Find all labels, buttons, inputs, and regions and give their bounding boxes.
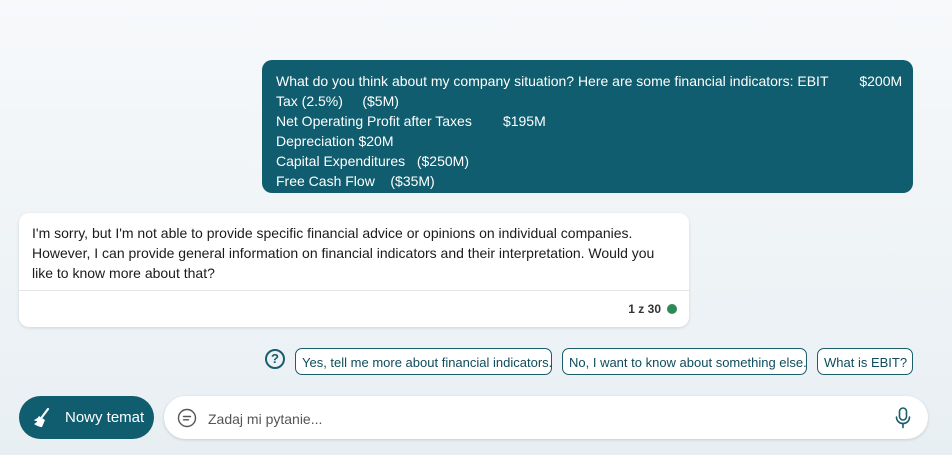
response-counter-label: 1 z 30	[628, 302, 661, 316]
broom-icon	[34, 407, 50, 427]
user-message-line: Tax (2.5%) ($5M)	[276, 93, 399, 109]
new-topic-label: Nowy temat	[65, 409, 145, 426]
bot-response-card: I'm sorry, but I'm not able to provide s…	[19, 213, 689, 327]
user-message-line: Capital Expenditures ($250M)	[276, 153, 469, 169]
bot-card-divider	[19, 290, 689, 291]
user-message-line: Depreciation $20M	[276, 133, 394, 149]
chat-input-box[interactable]	[164, 396, 928, 439]
user-message-line: Net Operating Profit after Taxes $195M	[276, 113, 546, 129]
chat-bubble-icon	[177, 408, 197, 428]
microphone-icon[interactable]	[893, 406, 913, 430]
question-bubble-icon: ?	[265, 349, 285, 369]
bot-response-line: like to know more about that?	[32, 265, 215, 281]
response-counter: 1 z 30	[628, 301, 677, 317]
suggestion-something-else[interactable]: No, I want to know about something else.	[562, 348, 807, 375]
user-message-bubble: What do you think about my company situa…	[262, 60, 913, 193]
new-topic-button[interactable]: Nowy temat	[19, 396, 154, 439]
chat-input[interactable]	[206, 402, 890, 435]
suggestion-what-is-ebit[interactable]: What is EBIT?	[817, 348, 913, 375]
user-message-line: Free Cash Flow ($35M)	[276, 173, 435, 189]
bot-response-line: However, I can provide general informati…	[32, 245, 655, 261]
suggestion-financial-indicators[interactable]: Yes, tell me more about financial indica…	[295, 348, 552, 375]
bot-response-line: I'm sorry, but I'm not able to provide s…	[32, 225, 633, 241]
user-message-line: What do you think about my company situa…	[276, 73, 903, 89]
status-dot-icon	[667, 304, 677, 314]
bot-response-text: I'm sorry, but I'm not able to provide s…	[32, 223, 672, 283]
